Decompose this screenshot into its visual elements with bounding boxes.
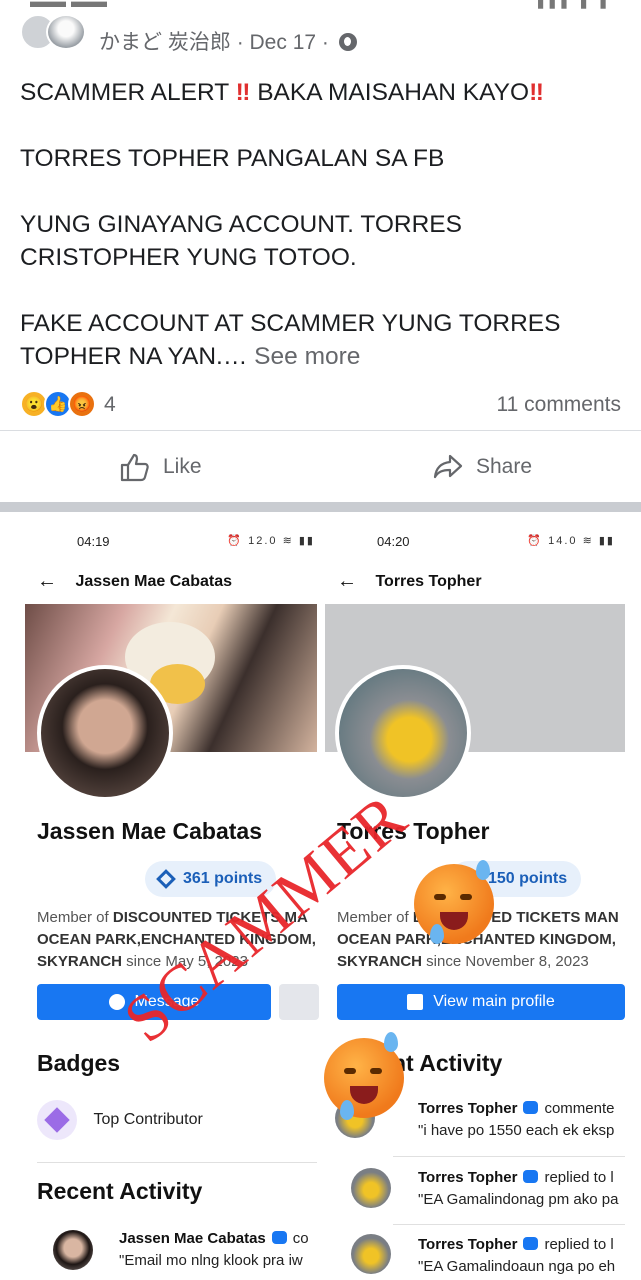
reaction-count[interactable]: 4 bbox=[104, 393, 116, 417]
thumbs-up-icon bbox=[120, 453, 149, 482]
hot-face-emoji-icon bbox=[324, 1032, 404, 1120]
profile-name: Jassen Mae Cabatas bbox=[37, 818, 263, 844]
like-label: Like bbox=[163, 455, 202, 478]
post-header: かまど 炭治郎 · Dec 17 · bbox=[0, 14, 641, 64]
post-line-alert: SCAMMER ALERT ‼ BAKA MAISAHAN KAYO‼ bbox=[20, 79, 544, 106]
comments-count[interactable]: 11 comments bbox=[497, 393, 622, 417]
add-friend-button bbox=[279, 984, 319, 1020]
section-separator bbox=[0, 502, 641, 512]
profile-card-icon bbox=[407, 994, 424, 1010]
top-contributor-icon bbox=[37, 1100, 77, 1140]
action-bar: Like Share bbox=[0, 431, 641, 501]
points-diamond-icon bbox=[156, 869, 176, 889]
double-exclamation-icon: ‼ bbox=[529, 79, 544, 106]
post-date[interactable]: · Dec 17 · bbox=[237, 31, 329, 54]
view-main-profile-button: View main profile bbox=[337, 984, 625, 1020]
double-exclamation-icon: ‼ bbox=[235, 79, 251, 106]
back-arrow-icon: ← bbox=[337, 570, 357, 592]
post-line-account: YUNG GINAYANG ACCOUNT. TORRES CRISTOPHER… bbox=[20, 211, 462, 271]
badge-row: Top Contributor bbox=[37, 1100, 203, 1140]
mini-status-bar: 04:19 ⏰ 12.0 ≋ ▮▮ bbox=[25, 534, 315, 552]
reactions-row: 😮 👍 😡 4 11 comments bbox=[20, 390, 621, 420]
post-body: SCAMMER ALERT ‼ BAKA MAISAHAN KAYO‼ TORR… bbox=[20, 76, 625, 373]
activity-avatar bbox=[53, 1230, 93, 1270]
share-button[interactable]: Share bbox=[432, 451, 532, 483]
panel-title: Jassen Mae Cabatas bbox=[75, 573, 232, 590]
panel-title-row: ← Torres Topher bbox=[337, 570, 482, 594]
profile-picture bbox=[37, 665, 173, 801]
author-name[interactable]: かまど 炭治郎 bbox=[99, 31, 231, 54]
verified-badge-icon bbox=[523, 1170, 539, 1183]
mini-status-icons: ⏰ 12.0 ≋ ▮▮ bbox=[227, 535, 315, 547]
share-arrow-icon bbox=[433, 454, 463, 479]
avatar-primary bbox=[46, 14, 86, 50]
divider bbox=[37, 1162, 317, 1163]
angry-reaction-icon: 😡 bbox=[68, 390, 96, 418]
globe-icon bbox=[338, 33, 357, 51]
divider bbox=[393, 1156, 625, 1157]
post-line-name: TORRES TOPHER PANGALAN SA FB bbox=[20, 145, 445, 172]
mini-status-time: 04:19 bbox=[77, 534, 110, 549]
verified-badge-icon bbox=[271, 1231, 287, 1244]
activity-avatar bbox=[351, 1234, 391, 1274]
status-icons: ▮▮▮ ▮ ▮ bbox=[536, 0, 611, 10]
author-avatar[interactable] bbox=[20, 14, 86, 50]
like-button[interactable]: Like bbox=[119, 451, 202, 483]
activity-item: Torres Topher replied to l "EA Gamalindoa… bbox=[325, 1230, 625, 1280]
back-arrow-icon: ← bbox=[37, 570, 57, 592]
post-line-fake: FAKE ACCOUNT AT SCAMMER YUNG TORRES TOPH… bbox=[20, 310, 561, 370]
mini-status-time: 04:20 bbox=[377, 534, 410, 549]
verified-badge-icon bbox=[523, 1101, 539, 1114]
panel-title: Torres Topher bbox=[375, 573, 482, 590]
see-more-link[interactable]: See more bbox=[247, 343, 360, 370]
hot-face-emoji-icon bbox=[414, 860, 494, 944]
panel-title-row: ← Jassen Mae Cabatas bbox=[37, 570, 232, 594]
profile-picture bbox=[335, 665, 471, 801]
status-bar: ▬▬ ▬▬ ▮▮▮ ▮ ▮ bbox=[0, 0, 641, 14]
author-line: かまど 炭治郎 · Dec 17 · bbox=[99, 26, 357, 56]
mini-status-bar: 04:20 ⏰ 14.0 ≋ ▮▮ bbox=[325, 534, 615, 552]
share-label: Share bbox=[476, 455, 533, 478]
status-time: ▬▬ ▬▬ bbox=[30, 0, 108, 11]
activity-avatar bbox=[351, 1168, 391, 1208]
activity-item: Jassen Mae Cabatas co "Email mo nlng kloo… bbox=[25, 1226, 325, 1276]
mini-status-icons: ⏰ 14.0 ≋ ▮▮ bbox=[527, 535, 615, 547]
divider bbox=[393, 1224, 625, 1225]
recent-activity-heading: Recent Activity bbox=[37, 1178, 203, 1204]
badges-heading: Badges bbox=[37, 1050, 121, 1076]
activity-item: Torres Topher replied to l "EA Gamalindon… bbox=[325, 1164, 625, 1214]
verified-badge-icon bbox=[523, 1237, 539, 1250]
